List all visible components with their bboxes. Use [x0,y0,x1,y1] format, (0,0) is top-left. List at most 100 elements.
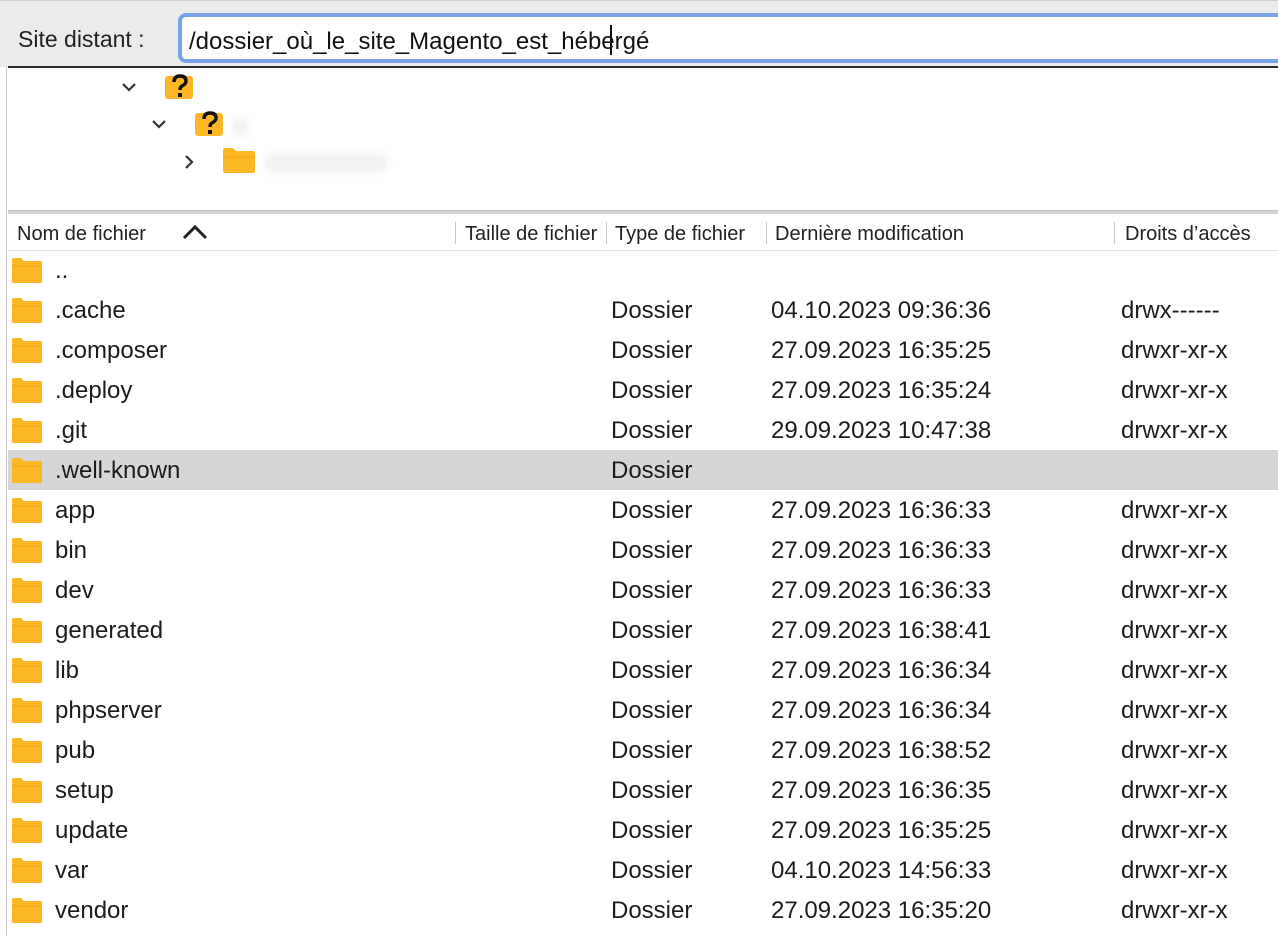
folder-icon [12,698,42,723]
file-type: Dossier [611,417,693,444]
folder-icon [12,738,42,763]
redacted-label [266,156,386,170]
file-name: generated [55,617,164,644]
file-modified: 29.09.2023 10:47:38 [771,417,992,444]
table-row[interactable]: update Dossier 27.09.2023 16:35:25 drwxr-xr… [8,810,1278,850]
chevron-right-icon[interactable] [180,153,198,171]
file-type: Dossier [611,497,693,524]
table-row[interactable]: .deploy Dossier 27.09.2023 16:35:24 drwxr-x… [8,370,1278,410]
table-row[interactable]: var Dossier 04.10.2023 14:56:33 drwxr-xr-x [8,850,1278,890]
remote-path-value[interactable]: /dossier_où_le_site_Magento_est_hébergé [189,28,649,56]
file-type: Dossier [611,737,693,764]
folder-icon [12,658,42,683]
file-permissions: drwxr-xr-x [1121,577,1228,604]
table-row[interactable]: .. [8,250,1278,290]
table-row[interactable]: app Dossier 27.09.2023 16:36:33 drwxr-xr-x [8,490,1278,530]
file-permissions: drwxr-xr-x [1121,417,1228,444]
file-type: Dossier [611,697,693,724]
file-type: Dossier [611,297,693,324]
table-row[interactable]: bin Dossier 27.09.2023 16:36:33 drwxr-xr-x [8,530,1278,570]
column-header-permissions[interactable]: Droits d’accès [1125,223,1278,246]
remote-path-input[interactable]: /dossier_où_le_site_Magento_est_hébergé [178,13,1278,63]
table-row-selected[interactable]: .well-known Dossier [8,450,1278,490]
file-name: .deploy [55,377,133,404]
folder-icon [12,578,42,603]
file-modified: 27.09.2023 16:36:34 [771,697,992,724]
remote-site-label: Site distant : [18,26,145,52]
folder-icon [12,618,42,643]
file-permissions: drwxr-xr-x [1121,697,1228,724]
table-row[interactable]: phpserver Dossier 27.09.2023 16:36:34 drwxr… [8,690,1278,730]
unknown-folder-icon[interactable] [164,71,194,101]
file-name: .git [55,417,88,444]
file-type: Dossier [611,617,693,644]
unknown-folder-icon[interactable] [194,108,224,138]
chevron-down-icon[interactable] [150,115,168,133]
table-row[interactable]: setup Dossier 27.09.2023 16:36:35 drwxr-xr-… [8,770,1278,810]
file-name: vendor [55,897,129,924]
folder-icon [12,538,42,563]
file-type: Dossier [611,857,693,884]
file-permissions: drwxr-xr-x [1121,537,1228,564]
file-name: .. [55,257,69,284]
file-modified: 27.09.2023 16:35:25 [771,817,992,844]
file-permissions: drwx------ [1121,297,1220,324]
file-permissions: drwxr-xr-x [1121,657,1228,684]
column-separator[interactable] [766,222,767,244]
file-type: Dossier [611,657,693,684]
folder-icon [12,498,42,523]
folder-icon [12,458,42,483]
file-name: app [55,497,96,524]
column-separator[interactable] [606,222,607,244]
file-name: .cache [55,297,126,324]
chevron-down-icon[interactable] [120,78,138,96]
table-row[interactable]: vendor Dossier 27.09.2023 16:35:20 drwxr-xr… [8,890,1278,930]
file-type: Dossier [611,817,693,844]
folder-icon[interactable] [222,146,256,174]
file-type: Dossier [611,377,693,404]
sort-ascending-icon[interactable] [182,224,208,240]
table-row[interactable]: dev Dossier 27.09.2023 16:36:33 drwxr-xr-x [8,570,1278,610]
file-type: Dossier [611,457,693,484]
column-header-modified[interactable]: Dernière modification [775,223,1105,246]
column-header-name[interactable]: Nom de fichier [17,223,177,246]
column-header-size[interactable]: Taille de fichier [465,223,607,246]
table-row[interactable]: generated Dossier 27.09.2023 16:38:41 drwxr… [8,610,1278,650]
column-separator[interactable] [1114,222,1115,244]
file-name: phpserver [55,697,162,724]
file-name: pub [55,737,96,764]
file-type: Dossier [611,777,693,804]
file-modified: 04.10.2023 09:36:36 [771,297,992,324]
file-list: .. .cache Dossier 04.10.2023 09:36:36 drwx--… [8,250,1278,936]
remote-site-bar: Site distant : /dossier_où_le_site_Magen… [0,0,1278,67]
table-row[interactable]: .git Dossier 29.09.2023 10:47:38 drwxr-xr-x [8,410,1278,450]
table-row[interactable]: lib Dossier 27.09.2023 16:36:34 drwxr-xr-x [8,650,1278,690]
file-name: setup [55,777,114,804]
file-modified: 27.09.2023 16:35:25 [771,337,992,364]
table-row[interactable]: .cache Dossier 04.10.2023 09:36:36 drwx----… [8,290,1278,330]
file-name: .composer [55,337,168,364]
file-permissions: drwxr-xr-x [1121,737,1228,764]
file-modified: 27.09.2023 16:38:52 [771,737,992,764]
table-row[interactable]: .composer Dossier 27.09.2023 16:35:25 drwxr… [8,330,1278,370]
remote-directory-tree [8,68,1278,210]
file-permissions: drwxr-xr-x [1121,897,1228,924]
file-type: Dossier [611,337,693,364]
file-permissions: drwxr-xr-x [1121,377,1228,404]
folder-icon [12,898,42,923]
file-modified: 27.09.2023 16:36:33 [771,577,992,604]
table-row[interactable]: pub Dossier 27.09.2023 16:38:52 drwxr-xr-x [8,730,1278,770]
file-permissions: drwxr-xr-x [1121,337,1228,364]
folder-icon [12,778,42,803]
column-separator[interactable] [455,222,456,244]
file-name: dev [55,577,94,604]
folder-icon [12,818,42,843]
file-name: lib [55,657,80,684]
folder-icon [12,258,42,283]
folder-icon [12,298,42,323]
file-name: update [55,817,129,844]
folder-icon [12,378,42,403]
file-name: bin [55,537,88,564]
file-modified: 27.09.2023 16:35:24 [771,377,992,404]
column-header-type[interactable]: Type de fichier [615,223,767,246]
